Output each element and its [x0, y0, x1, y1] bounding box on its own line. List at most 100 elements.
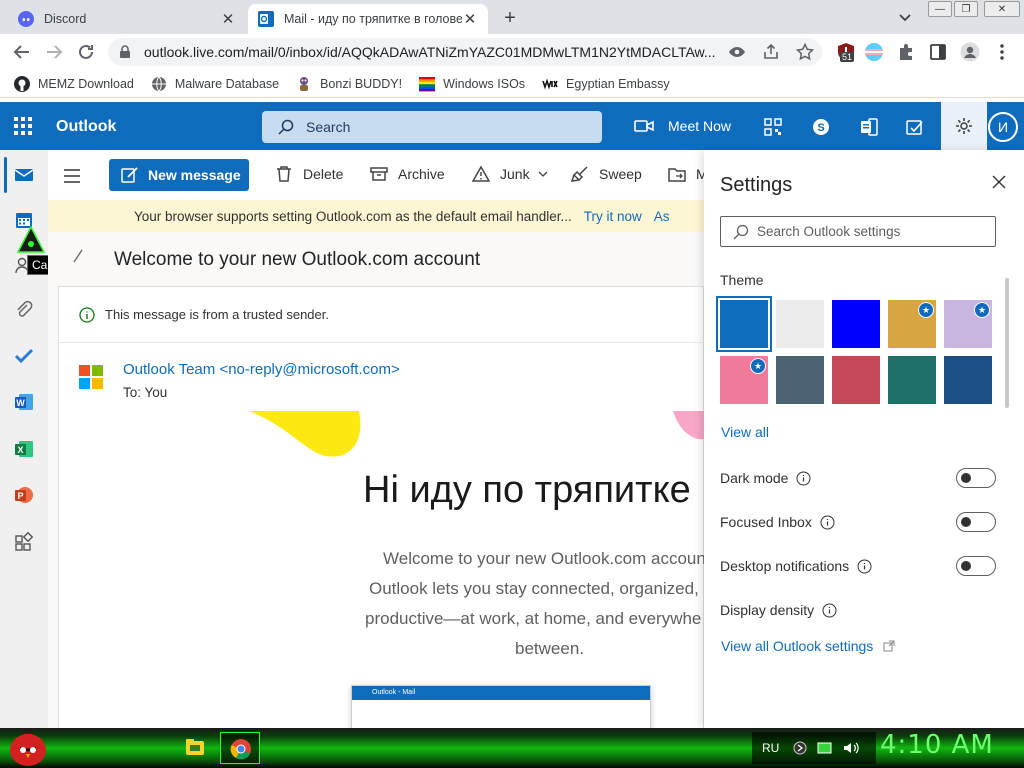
theme-swatch[interactable] — [776, 300, 824, 348]
bookmark-malware-database[interactable]: Malware Database — [151, 76, 279, 92]
desktop-notifications-toggle[interactable] — [956, 556, 996, 576]
app-title[interactable]: Outlook — [56, 118, 116, 136]
bookmark-memz[interactable]: MEMZ Download — [14, 75, 134, 92]
info-icon[interactable] — [820, 515, 835, 530]
more-apps-icon[interactable] — [14, 532, 34, 552]
qr-code-icon[interactable] — [764, 118, 782, 136]
delete-button[interactable]: Delete — [275, 165, 343, 183]
eye-icon[interactable] — [728, 43, 746, 61]
view-all-settings-link[interactable]: View all Outlook settings — [721, 638, 895, 654]
theme-swatch[interactable]: ★ — [888, 300, 936, 348]
sweep-button[interactable]: Sweep — [571, 165, 642, 183]
archive-button[interactable]: Archive — [370, 165, 445, 183]
minimize-button[interactable]: — — [928, 1, 952, 17]
avatar[interactable]: И — [988, 112, 1018, 142]
todo-icon[interactable] — [14, 346, 34, 366]
settings-search-input[interactable]: Search Outlook settings — [720, 216, 996, 247]
reload-icon[interactable] — [76, 42, 96, 62]
chevron-down-icon[interactable] — [896, 8, 914, 26]
address-bar[interactable]: outlook.live.com/mail/0/inbox/id/AQQkADA… — [108, 38, 822, 66]
info-icon[interactable] — [857, 559, 872, 574]
skype-icon[interactable]: S — [812, 118, 830, 136]
new-message-button[interactable]: New message — [109, 159, 249, 191]
language-indicator[interactable]: RU — [762, 741, 779, 755]
word-icon[interactable]: W — [14, 392, 34, 412]
theme-swatch[interactable] — [776, 356, 824, 404]
bookmark-windows-isos[interactable]: Windows ISOs — [419, 76, 525, 92]
tab-outlook-mail[interactable]: Mail - иду по тряпитке в голове ✕ — [248, 4, 488, 34]
outlook-icon — [258, 11, 274, 27]
theme-swatch[interactable]: ★ — [720, 356, 768, 404]
bookmark-bonzi-buddy[interactable]: Bonzi BUDDY! — [296, 76, 402, 92]
bookmark-egyptian-embassy[interactable]: Egyptian Embassy — [542, 76, 670, 92]
sweep-label: Sweep — [599, 166, 642, 182]
settings-scrollbar[interactable] — [1004, 258, 1010, 618]
excel-icon[interactable]: X — [14, 439, 34, 459]
compose-icon — [121, 167, 138, 183]
view-all-themes-link[interactable]: View all — [721, 424, 769, 440]
info-icon[interactable] — [796, 471, 811, 486]
angry-bird-start-icon[interactable] — [6, 728, 50, 768]
volume-icon[interactable] — [843, 741, 860, 755]
chrome-taskbar-button[interactable] — [220, 732, 260, 764]
close-tab-icon[interactable]: ✕ — [220, 11, 236, 28]
junk-button[interactable]: Junk — [472, 165, 548, 183]
try-it-now-link[interactable]: Try it now — [584, 209, 642, 224]
back-arrow-icon[interactable] — [68, 248, 84, 264]
lock-icon[interactable] — [118, 45, 132, 59]
restore-button[interactable]: ❐ — [954, 1, 978, 17]
attachment-icon[interactable] — [14, 300, 34, 320]
theme-swatch[interactable]: ★ — [944, 300, 992, 348]
share-icon[interactable] — [762, 43, 780, 61]
theme-swatch[interactable] — [944, 356, 992, 404]
my-day-icon[interactable] — [906, 118, 924, 136]
close-icon[interactable] — [991, 174, 1007, 190]
scroll-thumb[interactable] — [1005, 278, 1009, 408]
tab-title: Discord — [44, 12, 87, 26]
bookmarks-bar: MEMZ Download Malware Database Bonzi BUD… — [0, 70, 1024, 98]
battery-icon[interactable] — [817, 741, 833, 755]
extensions-puzzle-icon[interactable] — [896, 42, 916, 62]
new-tab-button[interactable]: + — [498, 6, 522, 30]
ask-later-link[interactable]: As — [654, 209, 670, 224]
body-line-4: between. — [515, 639, 584, 658]
taskbar-clock[interactable]: 4:10 AM — [880, 730, 994, 760]
move-to-button[interactable]: M — [668, 165, 708, 183]
theme-swatch[interactable] — [888, 356, 936, 404]
dark-mode-toggle[interactable] — [956, 468, 996, 488]
theme-swatch[interactable] — [832, 356, 880, 404]
settings-gear-button[interactable] — [941, 102, 987, 150]
menu-kebab-icon[interactable] — [992, 42, 1012, 62]
sender-name[interactable]: Outlook Team <no-reply@microsoft.com> — [123, 361, 400, 378]
tab-discord[interactable]: Discord ✕ — [8, 4, 246, 34]
mail-search-input[interactable]: Search — [262, 111, 602, 143]
trash-icon — [277, 166, 291, 182]
info-icon[interactable] — [822, 603, 837, 618]
back-icon[interactable] — [12, 42, 32, 62]
bonzi-icon — [300, 76, 309, 91]
file-explorer-icon[interactable] — [184, 736, 206, 758]
side-panel-icon[interactable] — [928, 42, 948, 62]
trusted-sender-notice: This message is from a trusted sender. — [59, 287, 704, 343]
office-feed-icon[interactable] — [860, 118, 878, 136]
avatar-initials: И — [997, 119, 1009, 135]
network-icon[interactable] — [793, 741, 807, 755]
close-tab-icon[interactable]: ✕ — [462, 11, 478, 28]
theme-swatch[interactable] — [716, 296, 772, 352]
taskbar: RU 4:10 AM — [0, 728, 1024, 768]
powerpoint-icon[interactable]: P — [14, 485, 34, 505]
view-all-settings-label: View all Outlook settings — [721, 638, 874, 654]
profile-icon[interactable] — [960, 42, 980, 62]
display-density-label: Display density — [720, 602, 815, 618]
close-window-button[interactable]: ✕ — [984, 1, 1020, 17]
meet-now-button[interactable]: Meet Now — [634, 118, 731, 134]
extension-flag-icon[interactable] — [864, 42, 884, 62]
body-line-2: Outlook lets you stay connected, organiz… — [369, 579, 704, 598]
forward-icon[interactable] — [44, 42, 64, 62]
mail-icon[interactable] — [14, 165, 34, 185]
star-icon[interactable] — [796, 43, 814, 61]
theme-swatch[interactable] — [832, 300, 880, 348]
app-launcher-icon[interactable] — [14, 117, 32, 135]
focused-inbox-toggle[interactable] — [956, 512, 996, 532]
hamburger-icon[interactable] — [64, 169, 80, 183]
